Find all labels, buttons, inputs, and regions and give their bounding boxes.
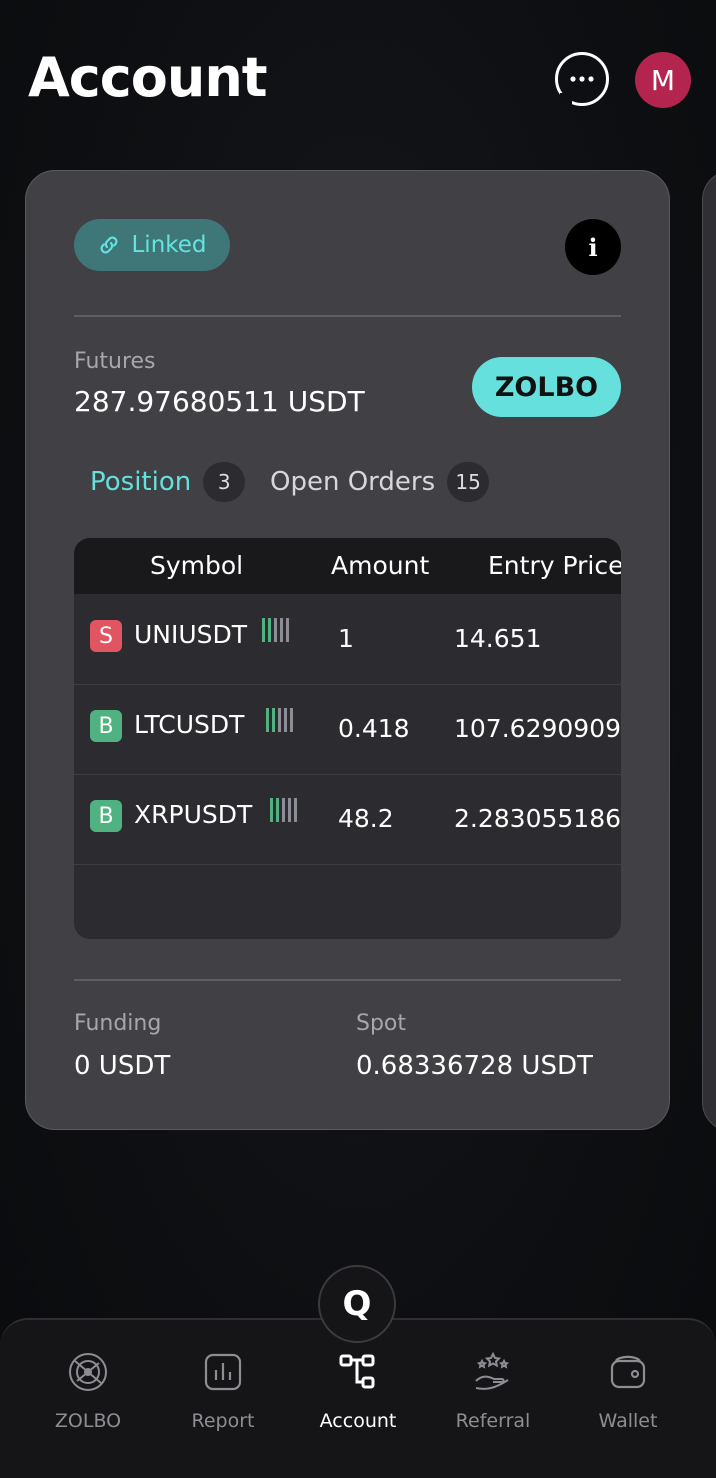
link-icon (101, 236, 118, 254)
nav-item-zolbo[interactable]: ZOLBO (28, 1330, 148, 1450)
spot-balance: 0.68336728 USDT (356, 1051, 593, 1081)
entry-price: 107.62909090 (454, 714, 621, 743)
table-row[interactable]: B XRPUSDT 48.2 2.2830551867 (74, 774, 621, 865)
tab-open-orders-label: Open Orders (270, 467, 436, 497)
funding-balance: 0 USDT (74, 1051, 171, 1081)
hand-stars-icon (471, 1350, 515, 1394)
divider (74, 315, 621, 317)
symbol: UNIUSDT (134, 620, 248, 649)
next-account-card-peek[interactable] (702, 170, 716, 1132)
symbol: LTCUSDT (134, 710, 245, 739)
nav-label-referral: Referral (455, 1410, 531, 1432)
futures-balance: 287.97680511 USDT (74, 385, 365, 418)
tab-open-orders[interactable]: Open Orders 15 (270, 461, 490, 503)
column-header-entry-price: Entry Price (488, 551, 621, 580)
account-tree-icon (336, 1350, 380, 1394)
entry-price: 14.651 (454, 624, 542, 653)
positions-table[interactable]: Symbol Amount Entry Price S UNIUSDT 1 14… (74, 538, 621, 939)
tab-position[interactable]: Position 3 (90, 461, 246, 503)
q-icon: Q (342, 1284, 372, 1324)
wallet-icon (606, 1350, 650, 1394)
open-orders-count-badge: 15 (447, 462, 490, 502)
nav-item-referral[interactable]: Referral (433, 1330, 553, 1450)
nav-label-report: Report (191, 1410, 255, 1432)
avatar[interactable]: M (635, 52, 691, 108)
side-badge-buy: B (90, 710, 122, 742)
table-header: Symbol Amount Entry Price (74, 538, 621, 594)
info-icon: i (588, 232, 598, 262)
nav-label-account: Account (319, 1410, 397, 1432)
linked-badge: Linked (74, 219, 230, 271)
futures-account-card: Linked i Futures 287.97680511 USDT ZOLBO… (25, 170, 670, 1130)
zolbo-button[interactable]: ZOLBO (472, 357, 621, 417)
column-header-symbol: Symbol (150, 551, 244, 580)
nav-item-report[interactable]: Report (163, 1330, 283, 1450)
bar-chart-icon (201, 1350, 245, 1394)
tab-position-label: Position (90, 467, 192, 497)
nav-item-wallet[interactable]: Wallet (568, 1330, 688, 1450)
leverage-bars-icon (262, 618, 289, 642)
table-row[interactable]: S UNIUSDT 1 14.651 (74, 594, 621, 685)
symbol: XRPUSDT (134, 800, 253, 829)
side-badge-sell: S (90, 620, 122, 652)
side-badge-buy: B (90, 800, 122, 832)
nav-label-wallet: Wallet (598, 1410, 658, 1432)
amount: 48.2 (338, 804, 394, 833)
globe-icon (66, 1350, 110, 1394)
chat-button[interactable] (555, 52, 609, 106)
futures-label: Futures (74, 349, 156, 374)
amount: 0.418 (338, 714, 410, 743)
position-count-badge: 3 (203, 462, 246, 502)
page-title: Account (28, 46, 268, 109)
nav-label-zolbo: ZOLBO (54, 1410, 122, 1432)
spot-label: Spot (356, 1011, 407, 1036)
nav-item-account[interactable]: Account (298, 1330, 418, 1450)
linked-label: Linked (131, 232, 207, 258)
column-header-amount: Amount (331, 551, 430, 580)
divider (74, 979, 621, 981)
funding-label: Funding (74, 1011, 162, 1036)
leverage-bars-icon (266, 708, 293, 732)
amount: 1 (338, 624, 354, 653)
avatar-initial: M (650, 63, 676, 97)
entry-price: 2.2830551867 (454, 804, 621, 833)
leverage-bars-icon (270, 798, 297, 822)
table-row[interactable]: B LTCUSDT 0.418 107.62909090 (74, 684, 621, 775)
info-button[interactable]: i (565, 219, 621, 275)
